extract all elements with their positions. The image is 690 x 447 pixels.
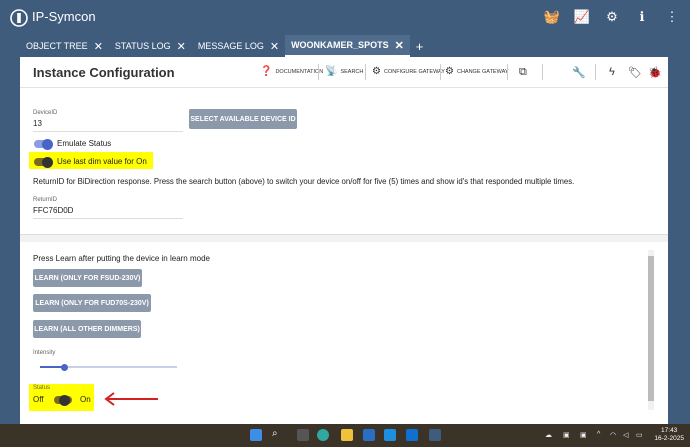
configure-gateway-button[interactable]: ⚙ CONFIGURE GATEWAY bbox=[372, 66, 445, 77]
slider-handle[interactable] bbox=[61, 363, 69, 371]
tab-label: WOONKAMER_SPOTS bbox=[291, 40, 389, 50]
tray-icon[interactable]: ▣ bbox=[563, 431, 570, 439]
divider bbox=[507, 64, 508, 80]
edge-icon[interactable] bbox=[317, 429, 329, 441]
taskbar-clock[interactable]: 17:43 16-2-2025 bbox=[654, 427, 684, 443]
top-icon-group: 🧺 📈 ⚙ ℹ ⋮ bbox=[544, 9, 680, 25]
divider bbox=[440, 64, 441, 80]
emulate-status-toggle[interactable] bbox=[34, 138, 53, 150]
instance-panel: Instance Configuration ❓ DOCUMENTATION 📡… bbox=[20, 57, 668, 424]
tab-message-log[interactable]: MESSAGE LOG ✕ bbox=[192, 35, 285, 57]
actions-section: Press Learn after putting the device in … bbox=[20, 242, 668, 424]
wifi-icon[interactable]: ◠ bbox=[610, 431, 616, 439]
file-explorer-icon[interactable] bbox=[341, 429, 353, 441]
device-id-label: DeviceID bbox=[33, 110, 58, 116]
tab-label: OBJECT TREE bbox=[26, 41, 88, 51]
wrench-icon[interactable]: 🔧 bbox=[572, 66, 586, 79]
section-divider bbox=[20, 234, 668, 242]
status-label: Status bbox=[33, 385, 51, 391]
outlook-icon[interactable] bbox=[363, 429, 375, 441]
weather-icon: ☁ bbox=[545, 432, 552, 439]
documentation-button[interactable]: ❓ DOCUMENTATION bbox=[260, 66, 323, 77]
status-on-label: On bbox=[80, 395, 91, 404]
clock-time: 17:43 bbox=[661, 427, 678, 434]
tab-label: STATUS LOG bbox=[114, 41, 171, 51]
top-bar: IP-Symcon 🧺 📈 ⚙ ℹ ⋮ bbox=[0, 0, 690, 35]
close-icon[interactable]: ✕ bbox=[395, 39, 404, 52]
configure-gateway-label: CONFIGURE GATEWAY bbox=[383, 68, 445, 75]
battery-icon[interactable]: ▭ bbox=[636, 431, 643, 439]
gear-icon[interactable]: ⚙ bbox=[604, 9, 620, 25]
gear-icon: ⚙ bbox=[445, 66, 454, 77]
ip-symcon-taskbar-icon[interactable] bbox=[429, 429, 441, 441]
toggle-knob bbox=[59, 394, 70, 406]
ip-symcon-logo-icon bbox=[10, 9, 28, 27]
toggle-knob bbox=[42, 138, 53, 150]
change-gateway-label: CHANGE GATEWAY bbox=[456, 68, 509, 75]
chart-line-icon[interactable]: 📈 bbox=[574, 9, 590, 25]
return-id-label: ReturnID bbox=[33, 197, 58, 203]
change-gateway-button[interactable]: ⚙ CHANGE GATEWAY bbox=[445, 66, 509, 77]
search-icon[interactable]: ⌕ bbox=[272, 428, 284, 440]
close-icon[interactable]: ✕ bbox=[94, 40, 103, 53]
scrollbar-thumb[interactable] bbox=[648, 256, 654, 401]
last-dim-label: Use last dim value for On bbox=[57, 157, 147, 166]
tray-icon[interactable]: ▣ bbox=[580, 431, 587, 439]
clock-date: 16-2-2025 bbox=[654, 435, 684, 442]
close-icon[interactable]: ✕ bbox=[177, 40, 186, 53]
tab-bar: OBJECT TREE ✕ STATUS LOG ✕ MESSAGE LOG ✕… bbox=[20, 35, 429, 57]
tag-icon[interactable]: 🏷 bbox=[628, 66, 642, 79]
tab-status-log[interactable]: STATUS LOG ✕ bbox=[109, 35, 192, 57]
bug-icon[interactable]: 🐞 bbox=[648, 66, 662, 79]
tab-woonkamer-spots[interactable]: WOONKAMER_SPOTS ✕ bbox=[285, 35, 410, 57]
device-id-field[interactable]: 13 bbox=[33, 119, 42, 128]
return-id-field[interactable]: FFC76D0D bbox=[33, 206, 73, 215]
status-off-label: Off bbox=[33, 395, 44, 404]
toggle-knob bbox=[42, 156, 53, 168]
chevron-up-icon[interactable]: ^ bbox=[597, 431, 600, 438]
returnid-description: ReturnID for BiDirection response. Press… bbox=[33, 177, 575, 186]
last-dim-toggle[interactable] bbox=[34, 156, 53, 168]
learn-fud70s-button[interactable]: LEARN (ONLY FOR FUD70S-230V) bbox=[33, 294, 151, 312]
return-id-underline bbox=[33, 218, 183, 219]
lightning-icon[interactable]: ϟ bbox=[609, 66, 615, 78]
device-id-underline bbox=[33, 131, 183, 132]
info-icon[interactable]: ℹ bbox=[634, 9, 650, 25]
learn-all-button[interactable]: LEARN (ALL OTHER DIMMERS) bbox=[33, 320, 141, 338]
windows-taskbar: ⌕ ☁ ▣ ▣ ^ ◠ ◁ ▭ 17:43 16-2-2025 bbox=[0, 424, 690, 447]
volume-icon[interactable]: ◁ bbox=[623, 431, 628, 439]
divider bbox=[595, 64, 596, 80]
store-icon[interactable] bbox=[384, 429, 396, 441]
configuration-form: DeviceID 13 SELECT AVAILABLE DEVICE ID E… bbox=[20, 89, 668, 234]
tab-object-tree[interactable]: OBJECT TREE ✕ bbox=[20, 35, 109, 57]
app-title: IP-Symcon bbox=[32, 9, 96, 24]
learn-fsud-button[interactable]: LEARN (ONLY FOR FSUD-230V) bbox=[33, 269, 142, 287]
copy-icon[interactable]: ⧉ bbox=[519, 66, 527, 79]
tab-label: MESSAGE LOG bbox=[197, 41, 264, 51]
windows-start-icon[interactable] bbox=[250, 429, 262, 441]
status-toggle[interactable] bbox=[54, 394, 72, 406]
more-vertical-icon[interactable]: ⋮ bbox=[664, 9, 680, 25]
divider bbox=[318, 64, 319, 80]
instance-header: Instance Configuration ❓ DOCUMENTATION 📡… bbox=[20, 57, 668, 88]
page-title: Instance Configuration bbox=[33, 65, 175, 80]
select-device-id-button[interactable]: SELECT AVAILABLE DEVICE ID bbox=[189, 109, 297, 129]
add-tab-button[interactable]: + bbox=[410, 35, 430, 57]
close-icon[interactable]: ✕ bbox=[270, 40, 279, 53]
help-circle-icon: ❓ bbox=[260, 66, 273, 77]
task-view-icon[interactable] bbox=[297, 429, 309, 441]
gear-icon: ⚙ bbox=[372, 66, 381, 77]
basket-icon[interactable]: 🧺 bbox=[544, 9, 560, 25]
emulate-status-label: Emulate Status bbox=[57, 139, 112, 148]
vscode-icon[interactable] bbox=[406, 429, 418, 441]
search-label: SEARCH bbox=[340, 68, 364, 75]
learn-instructions: Press Learn after putting the device in … bbox=[33, 254, 210, 263]
red-arrow-icon bbox=[104, 392, 158, 406]
divider bbox=[542, 64, 543, 80]
broadcast-icon: 📡 bbox=[325, 66, 338, 77]
search-button[interactable]: 📡 SEARCH bbox=[325, 66, 363, 77]
documentation-label: DOCUMENTATION bbox=[275, 68, 324, 75]
intensity-label: Intensity bbox=[33, 350, 56, 356]
divider bbox=[365, 64, 366, 80]
